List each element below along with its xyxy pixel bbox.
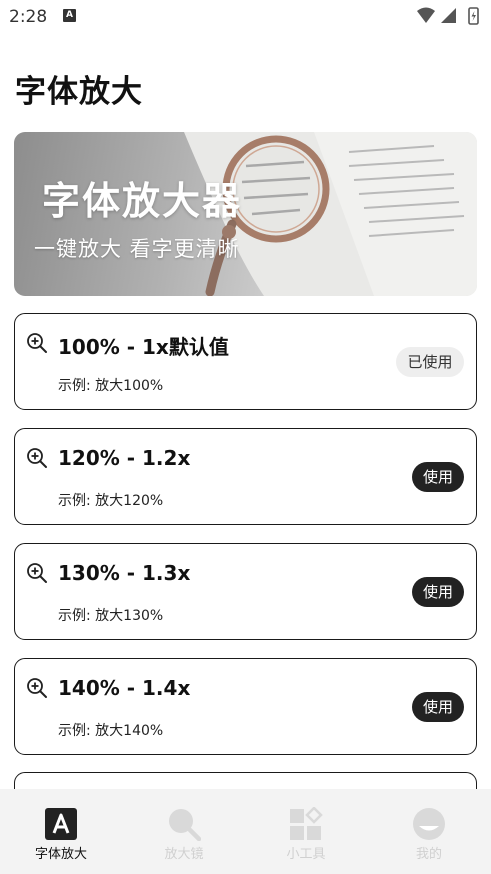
nav-label: 字体放大	[34, 847, 87, 862]
in-use-button[interactable]: 已使用	[396, 347, 464, 377]
zoom-in-icon	[27, 333, 47, 353]
option-title: 130% - 1.3x	[58, 561, 191, 585]
nav-label: 放大镜	[164, 847, 204, 862]
option-example: 示例: 放大120%	[58, 493, 164, 509]
size-option-130[interactable]: 130% - 1.3x 示例: 放大130% 使用	[14, 543, 477, 640]
nav-tab-font-zoom[interactable]: 字体放大	[16, 789, 106, 874]
promo-banner: 字体放大器 一键放大 看字更清晰	[14, 132, 477, 296]
profile-icon	[413, 808, 445, 840]
zoom-in-icon	[27, 448, 47, 468]
zoom-in-icon	[27, 678, 47, 698]
banner-subtitle: 一键放大 看字更清晰	[34, 237, 240, 261]
font-a-icon	[45, 808, 77, 840]
option-example: 示例: 放大100%	[58, 378, 164, 394]
page-title: 字体放大	[15, 74, 143, 110]
option-example: 示例: 放大140%	[58, 723, 164, 739]
size-option-140[interactable]: 140% - 1.4x 示例: 放大140% 使用	[14, 658, 477, 755]
option-title: 140% - 1.4x	[58, 676, 191, 700]
size-option-100[interactable]: 100% - 1x默认值 示例: 放大100% 已使用	[14, 313, 477, 410]
banner-title: 字体放大器	[42, 179, 243, 223]
use-button[interactable]: 使用	[412, 692, 464, 722]
nav-tab-magnifier[interactable]: 放大镜	[139, 789, 229, 874]
use-button[interactable]: 使用	[412, 462, 464, 492]
wifi-icon	[417, 7, 435, 23]
nav-tab-tools[interactable]: 小工具	[261, 789, 351, 874]
option-example: 示例: 放大130%	[58, 608, 164, 624]
magnifier-icon	[169, 809, 201, 841]
use-button[interactable]: 使用	[412, 577, 464, 607]
nav-label: 小工具	[286, 847, 326, 862]
status-time: 2:28	[9, 7, 48, 27]
status-bar: 2:28 A	[0, 0, 491, 34]
nav-label: 我的	[415, 847, 442, 862]
nav-tab-profile[interactable]: 我的	[384, 789, 474, 874]
system-status-icons	[417, 7, 479, 25]
size-option-120[interactable]: 120% - 1.2x 示例: 放大120% 使用	[14, 428, 477, 525]
zoom-in-icon	[27, 563, 47, 583]
signal-icon	[441, 8, 456, 23]
notification-icon: A	[63, 9, 76, 22]
bottom-navigation: 字体放大 放大镜 小工具 我的	[0, 789, 491, 874]
option-title: 120% - 1.2x	[58, 446, 191, 470]
option-title: 100% - 1x默认值	[58, 335, 229, 359]
widgets-icon	[290, 807, 323, 840]
